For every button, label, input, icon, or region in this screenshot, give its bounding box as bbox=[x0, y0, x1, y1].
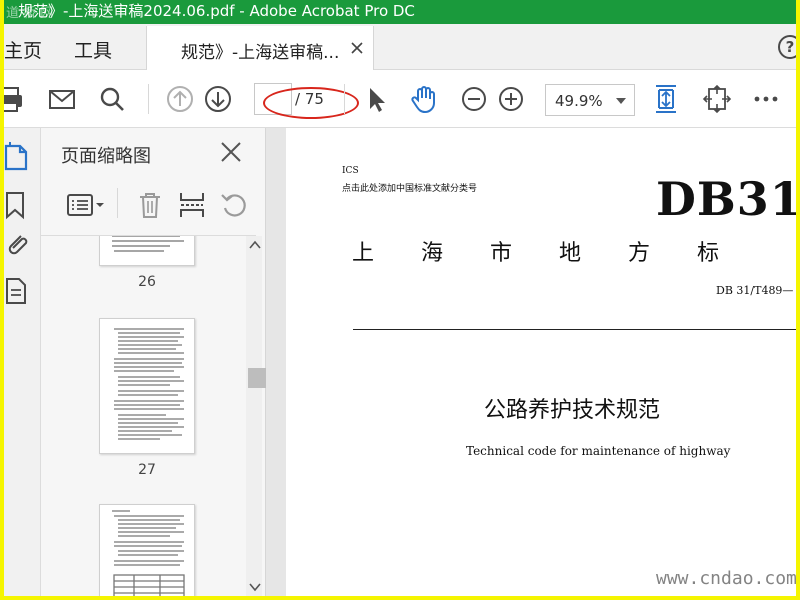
toolbar-separator bbox=[148, 84, 149, 114]
full-screen-icon[interactable] bbox=[701, 83, 733, 115]
insert-page-icon[interactable] bbox=[177, 190, 207, 220]
classification-placeholder: 点击此处添加中国标准文献分类号 bbox=[342, 184, 478, 194]
email-icon[interactable] bbox=[46, 83, 78, 115]
standard-number: DB 31/T489— bbox=[716, 284, 794, 297]
page-thumbnails-icon[interactable] bbox=[4, 142, 34, 172]
thumbnail-list: 26 27 bbox=[41, 236, 246, 596]
acrobat-window: 规范》-上海送审稿2024.06.pdf - Adobe Acrobat Pro… bbox=[4, 0, 796, 596]
document-tab[interactable]: 规范》-上海送审稿... bbox=[146, 26, 374, 71]
thumbnail-page-label: 26 bbox=[138, 274, 156, 290]
zoom-value: 49.9% bbox=[555, 92, 603, 110]
page-thumbnail[interactable] bbox=[99, 318, 195, 454]
close-panel-icon[interactable] bbox=[219, 140, 243, 164]
page-thumbnail-preview bbox=[114, 328, 184, 440]
thumbnail-options-icon[interactable] bbox=[65, 190, 107, 220]
page-thumbnail[interactable] bbox=[99, 236, 195, 266]
previous-page-icon[interactable] bbox=[164, 83, 196, 115]
standard-code: DB31 bbox=[656, 172, 796, 226]
zoom-select[interactable]: 49.9% bbox=[545, 84, 635, 116]
scroll-up-icon[interactable] bbox=[249, 240, 261, 250]
page-thumbnail-preview bbox=[112, 510, 185, 596]
select-cursor-icon[interactable] bbox=[360, 83, 392, 115]
ics-label: ICS bbox=[342, 166, 359, 176]
panel-title: 页面缩略图 bbox=[61, 146, 151, 167]
next-page-icon[interactable] bbox=[202, 83, 234, 115]
navigation-rail bbox=[4, 128, 41, 596]
title-bar: 规范》-上海送审稿2024.06.pdf - Adobe Acrobat Pro… bbox=[4, 0, 796, 24]
hand-tool-icon[interactable] bbox=[408, 83, 440, 115]
menu-home[interactable]: 主页 bbox=[4, 36, 42, 63]
search-icon[interactable] bbox=[96, 83, 128, 115]
page-thumbnail[interactable] bbox=[99, 504, 195, 596]
bookmark-icon[interactable] bbox=[4, 190, 34, 220]
panel-toolbar bbox=[41, 176, 256, 236]
scroll-down-icon[interactable] bbox=[249, 582, 261, 592]
document-title: 公路养护技术规范 bbox=[484, 398, 661, 423]
zoom-out-icon[interactable] bbox=[458, 83, 490, 115]
close-tab-icon[interactable] bbox=[349, 40, 365, 56]
document-subtitle: Technical code for maintenance of highwa… bbox=[466, 444, 731, 458]
watermark-url: www.cndao.com bbox=[656, 568, 796, 589]
fit-page-icon[interactable] bbox=[650, 83, 682, 115]
rotate-icon[interactable] bbox=[219, 190, 249, 220]
thumbnail-page-label: 27 bbox=[138, 462, 156, 478]
document-page: ICS 点击此处添加中国标准文献分类号 DB31 上海市地方标 DB 31/T4… bbox=[286, 128, 796, 596]
document-tab-label: 规范》-上海送审稿... bbox=[181, 43, 340, 63]
toolbar: / 75 49.9% bbox=[4, 70, 796, 128]
standard-type: 上海市地方标 bbox=[352, 241, 767, 266]
watermark-logo: 道 桥 网 bbox=[6, 6, 54, 21]
chevron-down-icon bbox=[616, 98, 626, 104]
panel-separator bbox=[117, 188, 118, 218]
thumbnail-scrollbar[interactable] bbox=[246, 236, 266, 596]
thumbnails-panel: 页面缩略图 26 27 bbox=[41, 128, 266, 596]
zoom-in-icon[interactable] bbox=[495, 83, 527, 115]
more-options-icon[interactable] bbox=[750, 83, 782, 115]
scrollbar-thumb[interactable] bbox=[248, 368, 266, 388]
menu-bar: 主页 工具 规范》-上海送审稿... ? bbox=[4, 24, 796, 71]
print-icon[interactable] bbox=[4, 83, 26, 115]
delete-icon[interactable] bbox=[135, 190, 165, 220]
divider bbox=[353, 329, 796, 330]
menu-tools[interactable]: 工具 bbox=[74, 36, 112, 63]
toolbar-separator bbox=[344, 84, 345, 114]
document-view[interactable]: ICS 点击此处添加中国标准文献分类号 DB31 上海市地方标 DB 31/T4… bbox=[266, 128, 796, 596]
attachment-icon[interactable] bbox=[4, 230, 34, 260]
help-icon[interactable]: ? bbox=[778, 35, 796, 59]
window-title: 规范》-上海送审稿2024.06.pdf - Adobe Acrobat Pro… bbox=[18, 2, 415, 20]
document-properties-icon[interactable] bbox=[4, 276, 34, 306]
page-thumbnail-preview bbox=[112, 236, 184, 252]
